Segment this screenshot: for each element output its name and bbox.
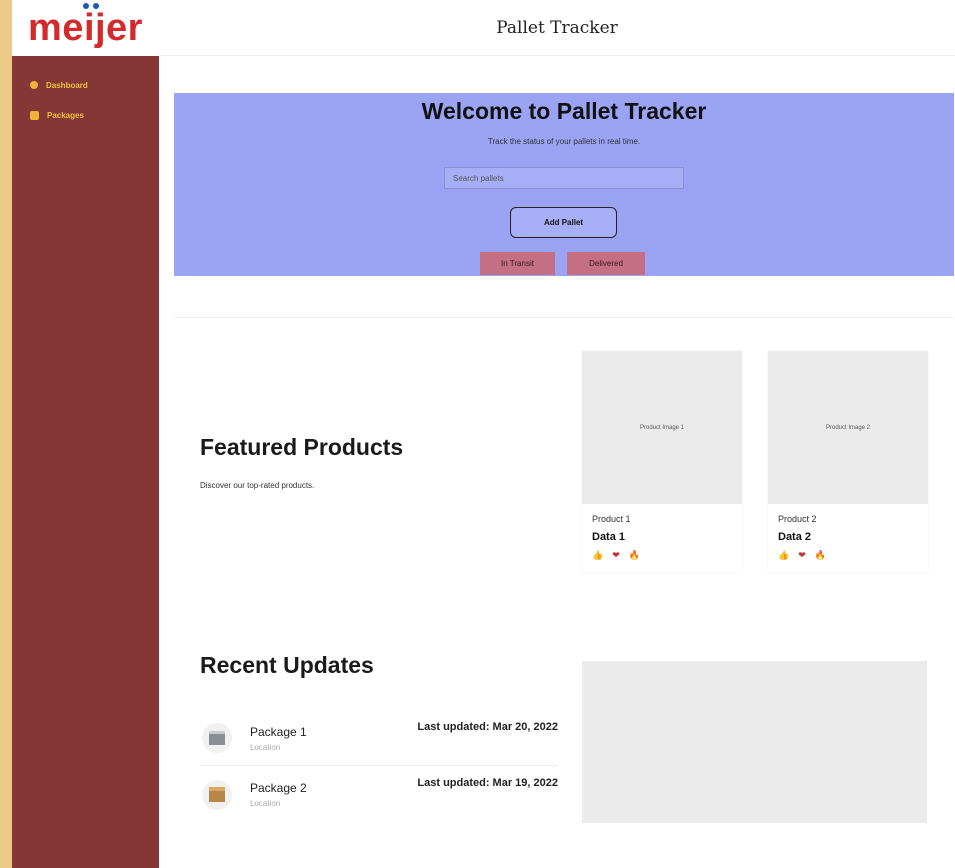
sidebar-item-label: Dashboard (46, 80, 88, 90)
featured-title: Featured Products (200, 434, 404, 460)
featured-description: Discover our top-rated products. (200, 481, 315, 490)
product-card[interactable]: Product Image 2 Product 2 Data 2 👍 ❤ 🔥 (768, 351, 928, 572)
hero-banner: Welcome to Pallet Tracker Track the stat… (174, 93, 954, 276)
product-image: Product Image 1 (582, 351, 742, 504)
product-name: Product 2 (778, 514, 817, 524)
thumbs-up-icon[interactable]: 👍 (592, 550, 603, 561)
dashboard-icon (30, 81, 38, 89)
package-location: Location (250, 799, 281, 808)
heart-icon[interactable]: ❤ (798, 550, 806, 561)
product-image-label: Product Image 2 (825, 424, 871, 431)
sidebar-item-label: Packages (47, 110, 84, 120)
sidebar-item-packages[interactable]: Packages (12, 100, 159, 130)
add-pallet-button[interactable]: Add Pallet (510, 207, 617, 238)
thumbs-up-icon[interactable]: 👍 (778, 550, 789, 561)
hero-title: Welcome to Pallet Tracker (421, 98, 707, 124)
recent-updates-title: Recent Updates (200, 652, 374, 678)
product-name: Product 1 (592, 514, 631, 524)
meijer-logo: meijer (28, 2, 143, 50)
heart-icon[interactable]: ❤ (612, 550, 620, 561)
package-date: Last updated: Mar 19, 2022 (417, 777, 558, 789)
logo-dots-icon (83, 2, 100, 9)
package-date: Last updated: Mar 20, 2022 (417, 721, 558, 733)
sidebar: meijer Dashboard Packages (12, 0, 159, 868)
product-reactions: 👍 ❤ 🔥 (778, 550, 826, 561)
delivered-button[interactable]: Delivered (567, 252, 645, 275)
search-input[interactable] (444, 167, 684, 189)
package-gray-icon (202, 723, 232, 753)
product-image: Product Image 2 (768, 351, 928, 504)
in-transit-button[interactable]: In Transit (480, 252, 555, 275)
updates-panel (582, 661, 927, 823)
package-name: Package 1 (250, 724, 307, 739)
app-window: meijer Dashboard Packages Pallet Tracker… (12, 0, 955, 868)
page-title: Pallet Tracker (496, 17, 618, 38)
package-name: Package 2 (250, 781, 307, 795)
wallpaper-edge (0, 0, 12, 868)
logo-box[interactable]: meijer (12, 0, 159, 56)
product-data: Data 2 (778, 531, 812, 543)
product-image-label: Product Image 1 (639, 424, 685, 431)
sidebar-item-dashboard[interactable]: Dashboard (12, 70, 159, 100)
package-box-icon (202, 779, 232, 810)
sidebar-nav: Dashboard Packages (12, 70, 159, 130)
fire-icon[interactable]: 🔥 (815, 550, 826, 561)
section-divider (174, 317, 954, 318)
product-card[interactable]: Product Image 1 Product 1 Data 1 👍 ❤ 🔥 (582, 351, 742, 572)
package-location: Location (250, 742, 281, 752)
product-data: Data 1 (592, 531, 626, 543)
list-item[interactable]: Package 1 Location Last updated: Mar 20,… (200, 711, 558, 766)
fire-icon[interactable]: 🔥 (629, 550, 640, 561)
product-reactions: 👍 ❤ 🔥 (592, 550, 640, 561)
top-header: Pallet Tracker (159, 0, 955, 56)
package-icon (30, 110, 39, 120)
list-item[interactable]: Package 2 Location Last updated: Mar 19,… (200, 767, 558, 822)
hero-subtitle: Track the status of your pallets in real… (487, 137, 641, 146)
